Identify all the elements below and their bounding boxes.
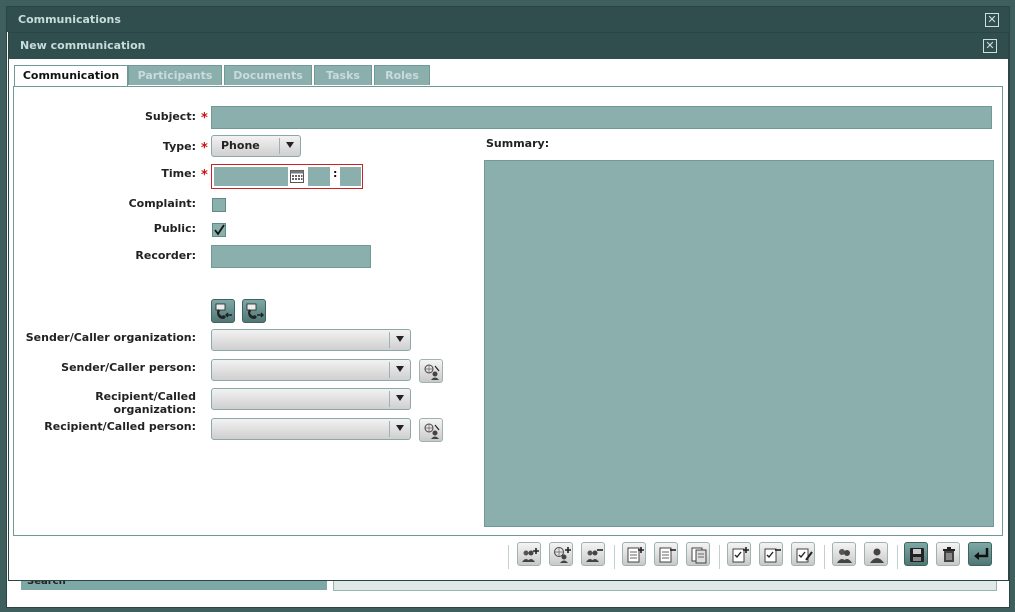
chevron-down-icon bbox=[396, 425, 404, 431]
dialog-title: New communication bbox=[20, 39, 146, 52]
user-button[interactable] bbox=[864, 542, 888, 566]
assign-role-button[interactable] bbox=[832, 542, 856, 566]
summary-label: Summary: bbox=[486, 137, 550, 150]
sender-organization-label: Sender/Caller organization: bbox=[25, 331, 196, 344]
recipient-person-lookup-button[interactable] bbox=[419, 418, 443, 442]
time-separator: : bbox=[333, 167, 338, 180]
sender-organization-select[interactable] bbox=[211, 329, 411, 351]
dialog-title-bar: New communication bbox=[9, 33, 1008, 59]
chevron-down-icon bbox=[396, 366, 404, 372]
recorder-label: Recorder: bbox=[135, 249, 196, 262]
date-input[interactable] bbox=[214, 167, 288, 186]
recipient-person-select[interactable] bbox=[211, 418, 411, 440]
complaint-label: Complaint: bbox=[128, 197, 196, 210]
edit-task-icon bbox=[796, 548, 813, 563]
communications-title: Communications bbox=[18, 13, 121, 26]
person-search-icon bbox=[424, 423, 440, 439]
sender-person-select[interactable] bbox=[211, 359, 411, 381]
dialog-close-icon[interactable]: ✕ bbox=[983, 39, 997, 53]
add-document-icon bbox=[627, 547, 644, 563]
add-organization-icon bbox=[554, 547, 571, 563]
copy-document-icon bbox=[691, 547, 707, 564]
outgoing-call-icon bbox=[246, 303, 264, 319]
add-document-button[interactable] bbox=[622, 542, 646, 566]
delete-button[interactable] bbox=[936, 542, 960, 566]
summary-textarea[interactable] bbox=[484, 160, 994, 527]
recipient-organization-label: Recipient/Called organization: bbox=[95, 390, 196, 416]
chevron-down-icon bbox=[396, 395, 404, 401]
complaint-checkbox[interactable] bbox=[212, 198, 226, 212]
add-group-icon bbox=[522, 548, 539, 562]
recorder-input[interactable] bbox=[211, 245, 371, 268]
recipient-person-label: Recipient/Called person: bbox=[44, 420, 196, 433]
person-search-icon bbox=[424, 364, 440, 380]
users-icon bbox=[837, 549, 852, 563]
remove-task-button[interactable] bbox=[759, 542, 783, 566]
chevron-down-icon bbox=[286, 142, 294, 148]
incoming-call-button[interactable] bbox=[211, 299, 235, 323]
new-communication-dialog: New communication ✕ Communication Partic… bbox=[8, 32, 1009, 581]
tab-participants[interactable]: Participants bbox=[128, 65, 222, 85]
incoming-call-icon bbox=[215, 303, 232, 319]
communications-title-bar: Communications bbox=[7, 7, 1009, 32]
add-participant-button[interactable] bbox=[517, 542, 541, 566]
subject-required-marker: * bbox=[201, 111, 208, 126]
time-required-marker: * bbox=[201, 168, 208, 183]
save-icon bbox=[910, 548, 924, 562]
add-organization-participant-button[interactable] bbox=[549, 542, 573, 566]
remove-participant-button[interactable] bbox=[581, 542, 605, 566]
time-label: Time: bbox=[161, 167, 196, 180]
type-select-value: Phone bbox=[221, 139, 260, 152]
save-button[interactable] bbox=[904, 542, 928, 566]
trash-icon bbox=[943, 547, 955, 562]
public-label: Public: bbox=[153, 222, 196, 235]
chevron-down-icon bbox=[396, 336, 404, 342]
remove-task-icon bbox=[764, 548, 781, 563]
time-field-group: : bbox=[211, 164, 363, 189]
remove-document-button[interactable] bbox=[654, 542, 678, 566]
remove-group-icon bbox=[586, 549, 603, 562]
sender-person-lookup-button[interactable] bbox=[419, 359, 443, 383]
tab-communication[interactable]: Communication bbox=[14, 65, 128, 88]
tab-roles[interactable]: Roles bbox=[374, 65, 430, 85]
public-checkbox[interactable] bbox=[212, 223, 226, 237]
close-icon[interactable]: ✕ bbox=[985, 13, 999, 27]
tab-documents[interactable]: Documents bbox=[224, 65, 312, 85]
subject-label: Subject: bbox=[144, 110, 196, 123]
enter-arrow-icon bbox=[974, 548, 989, 560]
outgoing-call-button[interactable] bbox=[242, 299, 266, 323]
add-task-button[interactable] bbox=[727, 542, 751, 566]
copy-document-button[interactable] bbox=[686, 542, 710, 566]
type-select[interactable]: Phone bbox=[211, 135, 301, 157]
checkmark-icon bbox=[214, 224, 225, 236]
hour-input[interactable] bbox=[308, 167, 330, 186]
subject-input[interactable] bbox=[211, 106, 992, 129]
user-icon bbox=[870, 548, 884, 563]
edit-task-button[interactable] bbox=[791, 542, 815, 566]
remove-document-icon bbox=[659, 547, 676, 563]
type-required-marker: * bbox=[201, 141, 208, 156]
minute-input[interactable] bbox=[340, 167, 361, 186]
calendar-icon[interactable] bbox=[288, 167, 306, 186]
sender-person-label: Sender/Caller person: bbox=[61, 361, 196, 374]
confirm-button[interactable] bbox=[968, 542, 992, 566]
type-label: Type: bbox=[162, 140, 196, 153]
tab-tasks[interactable]: Tasks bbox=[314, 65, 372, 85]
add-task-icon bbox=[732, 547, 749, 563]
recipient-organization-select[interactable] bbox=[211, 388, 411, 410]
